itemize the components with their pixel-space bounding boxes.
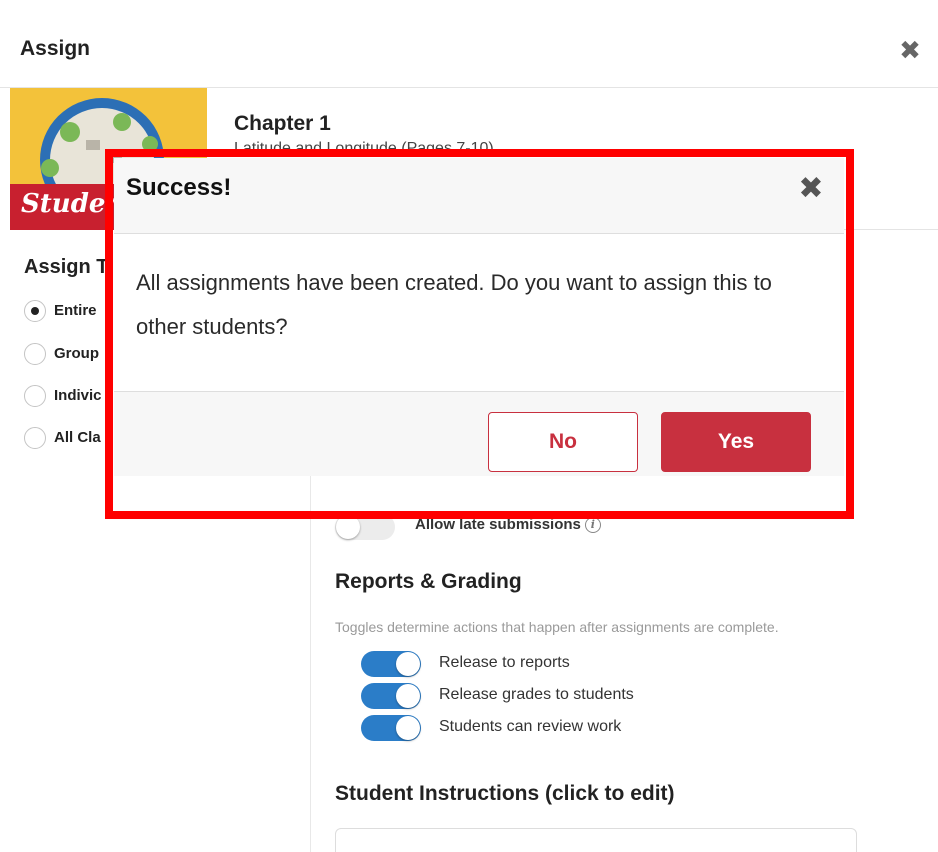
release-grades-label: Release grades to students <box>439 686 634 703</box>
radio-button[interactable] <box>24 427 46 449</box>
close-icon[interactable]: ✖ <box>796 174 826 204</box>
info-icon[interactable]: i <box>584 517 601 534</box>
modal-footer: No Yes <box>114 391 844 476</box>
modal-body: All assignments have been created. Do yo… <box>114 235 844 391</box>
review-work-label: Students can review work <box>439 718 622 735</box>
release-to-reports-toggle[interactable] <box>361 651 421 677</box>
assign-to-title: Assign T <box>24 256 109 278</box>
late-submissions-label: Allow late submissions <box>415 516 581 533</box>
content-subtitle: Latitude and Longitude (Pages 7-10) <box>234 140 494 157</box>
modal-header: Success! ✖ <box>114 158 844 234</box>
modal-message: All assignments have been created. Do yo… <box>136 270 772 339</box>
reports-grading-description: Toggles determine actions that happen af… <box>335 619 779 635</box>
radio-button[interactable] <box>24 385 46 407</box>
content-title: Chapter 1 <box>234 112 331 135</box>
student-instructions-field[interactable] <box>335 828 857 852</box>
success-modal: Success! ✖ All assignments have been cre… <box>114 158 844 476</box>
toggle-knob <box>396 716 420 740</box>
toggle-knob <box>396 652 420 676</box>
radio-button-selected[interactable] <box>24 300 46 322</box>
modal-title: Success! <box>126 174 232 201</box>
late-submissions-toggle[interactable] <box>335 514 395 540</box>
assign-option-label: All Cla <box>54 429 101 446</box>
toggle-knob <box>336 515 360 539</box>
radio-button[interactable] <box>24 343 46 365</box>
yes-button[interactable]: Yes <box>661 412 811 472</box>
student-instructions-title[interactable]: Student Instructions (click to edit) <box>335 782 675 806</box>
assign-header: Assign ✖ <box>0 0 938 88</box>
thumbnail-label: Studen <box>21 189 125 219</box>
page-title: Assign <box>20 37 91 60</box>
settings-panel: Allow late submissions i Reports & Gradin… <box>310 470 870 852</box>
release-grades-toggle[interactable] <box>361 683 421 709</box>
toggle-knob <box>396 684 420 708</box>
review-work-toggle[interactable] <box>361 715 421 741</box>
assign-option-label: Entire <box>54 302 97 319</box>
no-button[interactable]: No <box>488 412 638 472</box>
release-to-reports-label: Release to reports <box>439 654 570 671</box>
late-submissions-row: Allow late submissions i <box>415 516 601 534</box>
close-icon[interactable]: ✖ <box>896 36 924 64</box>
assign-option-label: Group <box>54 345 99 362</box>
assign-option-label: Indivic <box>54 387 102 404</box>
reports-grading-title: Reports & Grading <box>335 570 522 593</box>
